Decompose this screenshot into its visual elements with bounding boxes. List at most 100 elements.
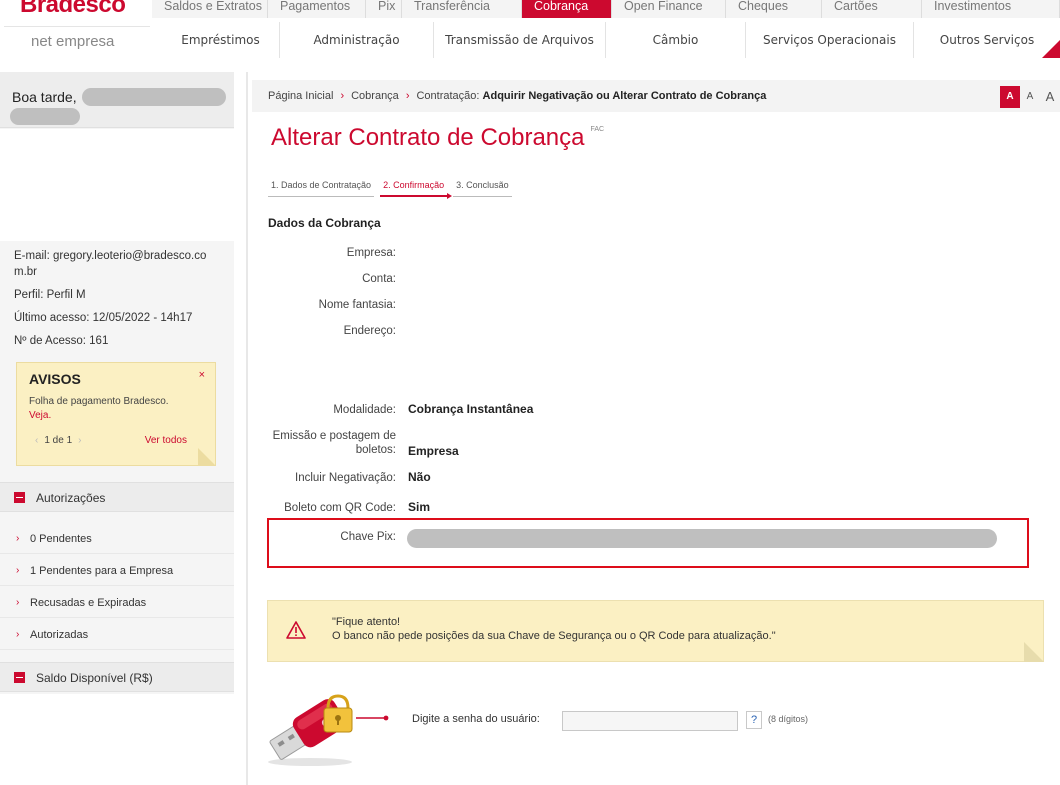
menu-emprestimos[interactable]: Empréstimos — [162, 22, 280, 58]
notices-box: AVISOS × Folha de pagamento Bradesco. Ve… — [16, 362, 216, 466]
breadcrumb-current: Adquirir Negativação ou Alterar Contrato… — [482, 90, 767, 102]
sidebar-item-autorizadas[interactable]: › Autorizadas — [0, 620, 234, 650]
security-token-icon — [262, 684, 392, 770]
greeting-label: Boa tarde, — [12, 89, 77, 105]
sidebar-item-label: Autorizadas — [30, 629, 89, 641]
modalidade-label: Modalidade: — [333, 404, 396, 416]
sub-menu: Empréstimos Administração Transmissão de… — [162, 22, 1060, 58]
chave-pix-highlight: Chave Pix: — [267, 518, 1029, 568]
access-count: Nº de Acesso: 161 — [14, 335, 109, 347]
conta-label: Conta: — [362, 273, 396, 285]
empresa-label: Empresa: — [346, 247, 396, 259]
menu-investimentos[interactable]: Investimentos — [922, 0, 1060, 18]
section-title: Dados da Cobrança — [268, 216, 381, 230]
menu-pix[interactable]: Pix — [366, 0, 402, 18]
menu-pagamentos[interactable]: Pagamentos — [268, 0, 366, 18]
chevron-right-icon: › — [16, 597, 20, 608]
menu-cambio[interactable]: Câmbio — [606, 22, 746, 58]
notices-title: AVISOS — [29, 371, 81, 387]
section-autorizacoes-label: Autorizações — [36, 491, 106, 505]
password-hint: (8 dígitos) — [768, 714, 809, 724]
collapse-icon — [14, 492, 25, 503]
warning-icon — [286, 621, 306, 644]
breadcrumb-trail: Página Inicial › Cobrança › Contratação: Adq… — [268, 90, 766, 102]
step-conclusao: 3. Conclusão — [453, 176, 512, 197]
menu-servicos-operacionais[interactable]: Serviços Operacionais — [746, 22, 914, 58]
page-title-text: Alterar Contrato de Cobrança — [271, 124, 585, 151]
redacted-chave-pix-value — [407, 529, 997, 548]
sidebar-item-label: 0 Pendentes — [30, 533, 92, 545]
password-input[interactable] — [562, 711, 738, 731]
menu-transmissao-arquivos[interactable]: Transmissão de Arquivos — [434, 22, 606, 58]
negativacao-value: Não — [408, 470, 431, 484]
bradesco-logo[interactable]: Bradesco — [20, 0, 126, 19]
sidebar-blank-area — [0, 129, 234, 241]
warning-text: "Fique atento! O banco não pede posições… — [332, 615, 776, 643]
see-all-notices-link[interactable]: Ver todos — [145, 435, 187, 446]
sidebar-divider — [246, 72, 248, 785]
emissao-postagem-value: Empresa — [408, 444, 459, 458]
breadcrumb-cobranca[interactable]: Cobrança — [351, 90, 399, 102]
user-info: E-mail: gregory.leoterio@bradesco.co m.b… — [14, 248, 224, 356]
sidebar-item-label: 1 Pendentes para a Empresa — [30, 565, 174, 577]
emissao-postagem-label: Emissão e postagem de boletos: — [272, 430, 396, 456]
chevron-right-icon[interactable]: › — [78, 435, 81, 446]
page-title-tag: FAC — [590, 126, 605, 133]
page-fold-decoration — [1024, 642, 1044, 662]
endereco-label: Endereço: — [343, 325, 396, 337]
chevron-right-icon: › — [340, 90, 345, 102]
notice-message: Folha de pagamento Bradesco. — [29, 396, 169, 407]
menu-cobranca[interactable]: Cobrança — [522, 0, 612, 18]
menu-outros-servicos[interactable]: Outros Serviços — [914, 22, 1060, 58]
menu-saldos-extratos[interactable]: Saldos e Extratos — [152, 0, 268, 18]
notices-page-indicator: 1 de 1 — [44, 435, 73, 446]
step-dados-contratacao: 1. Dados de Contratação — [268, 176, 375, 197]
chevron-right-icon: › — [405, 90, 410, 102]
font-size-large-button[interactable]: A — [1040, 86, 1060, 108]
wizard-steps: 1. Dados de Contratação 2. Confirmação 3… — [268, 176, 518, 199]
font-size-small-button[interactable]: A — [1000, 86, 1020, 108]
breadcrumb-home[interactable]: Página Inicial — [268, 90, 333, 102]
brand-area: Bradesco net empresa — [0, 0, 152, 58]
section-autorizacoes[interactable]: Autorizações — [0, 482, 234, 512]
chevron-right-icon: › — [16, 629, 20, 640]
chevron-right-icon: › — [16, 533, 20, 544]
last-access: Último acesso: 12/05/2022 - 14h17 — [14, 312, 193, 324]
notice-text: Folha de pagamento Bradesco. Veja. — [29, 395, 209, 423]
notice-link[interactable]: Veja. — [29, 410, 51, 421]
collapse-icon — [14, 672, 25, 683]
font-size-medium-button[interactable]: A — [1020, 86, 1040, 108]
font-size-controls: A A A — [1000, 86, 1060, 108]
redacted-user-name-2 — [10, 108, 80, 125]
notices-pager: ‹ 1 de 1 › — [29, 435, 88, 446]
qrcode-label: Boleto com QR Code: — [284, 502, 396, 514]
modalidade-value: Cobrança Instantânea — [408, 402, 534, 416]
menu-open-finance[interactable]: Open Finance — [612, 0, 726, 18]
section-saldo-label: Saldo Disponível (R$) — [36, 671, 153, 685]
sidebar-item-label: Recusadas e Expiradas — [30, 597, 147, 609]
menu-administracao[interactable]: Administração — [280, 22, 434, 58]
net-empresa-label: net empresa — [4, 26, 150, 54]
help-button[interactable]: ? — [746, 711, 762, 729]
breadcrumb: Página Inicial › Cobrança › Contratação: Adq… — [252, 80, 1060, 112]
nome-fantasia-label: Nome fantasia: — [318, 299, 396, 311]
user-profile: Perfil: Perfil M — [14, 289, 86, 301]
menu-transferencia[interactable]: Transferência — [402, 0, 522, 18]
menu-cheques[interactable]: Cheques — [726, 0, 822, 18]
chevron-left-icon[interactable]: ‹ — [35, 435, 38, 446]
sidebar-item-recusadas[interactable]: › Recusadas e Expiradas — [0, 588, 234, 618]
page-title: Alterar Contrato de Cobrança FAC — [271, 124, 604, 152]
page-fold-decoration — [198, 448, 216, 466]
chave-pix-label: Chave Pix: — [340, 531, 396, 543]
sidebar-item-pendentes-empresa[interactable]: › 1 Pendentes para a Empresa — [0, 556, 234, 586]
step-confirmacao: 2. Confirmação — [380, 176, 453, 199]
chevron-right-icon: › — [16, 565, 20, 576]
close-icon[interactable]: × — [199, 369, 205, 381]
warning-line-2: O banco não pede posições da sua Chave d… — [332, 630, 776, 642]
redacted-user-name — [82, 88, 226, 106]
top-navigation: Bradesco net empresa Saldos e Extratos P… — [0, 0, 1060, 58]
menu-cartoes[interactable]: Cartões — [822, 0, 922, 18]
sidebar-item-pendentes[interactable]: › 0 Pendentes — [0, 524, 234, 554]
warning-line-1: "Fique atento! — [332, 616, 401, 628]
section-saldo-disponivel[interactable]: Saldo Disponível (R$) — [0, 662, 234, 692]
